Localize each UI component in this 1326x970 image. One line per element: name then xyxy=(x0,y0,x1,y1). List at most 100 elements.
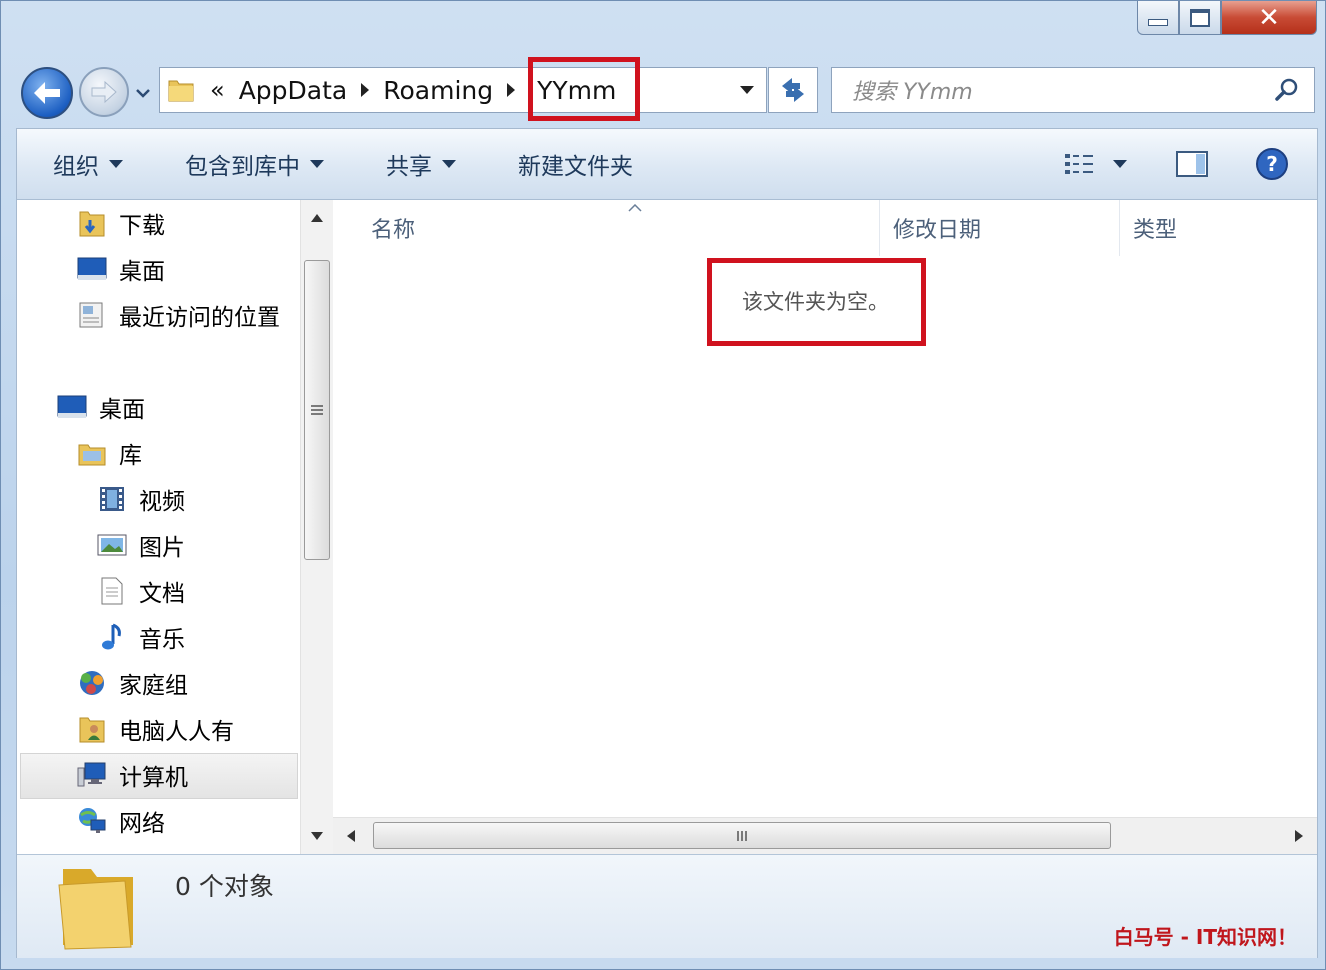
folder-icon xyxy=(58,869,133,950)
scrollbar-thumb[interactable] xyxy=(373,822,1111,849)
grip-icon xyxy=(737,830,747,841)
svg-text:?: ? xyxy=(1266,152,1278,176)
nav-item-documents[interactable]: 文档 xyxy=(97,574,185,608)
music-note-icon xyxy=(97,622,127,652)
nav-item-music[interactable]: 音乐 xyxy=(97,620,185,654)
scroll-left-icon[interactable] xyxy=(347,830,355,842)
minimize-button[interactable] xyxy=(1137,1,1179,35)
desktop-icon xyxy=(57,392,87,422)
nav-label: 桌面 xyxy=(119,259,165,285)
nav-label: 桌面 xyxy=(99,397,145,423)
search-box[interactable]: 搜索 YYmm xyxy=(831,67,1315,113)
share-menu[interactable]: 共享 xyxy=(386,147,456,181)
maximize-icon xyxy=(1190,8,1210,27)
scroll-right-icon[interactable] xyxy=(1295,830,1303,842)
share-label: 共享 xyxy=(386,154,432,180)
nav-label: 电脑人人有 xyxy=(119,719,234,745)
view-options-icon[interactable] xyxy=(1063,152,1095,176)
close-button[interactable]: ✕ xyxy=(1221,1,1317,35)
column-modified[interactable]: 修改日期 xyxy=(893,200,981,256)
include-library-label: 包含到库中 xyxy=(185,154,300,180)
breadcrumb-appdata[interactable]: AppData xyxy=(239,76,348,105)
nav-label: 计算机 xyxy=(119,765,188,791)
caption-buttons: ✕ xyxy=(1137,1,1317,37)
document-icon xyxy=(97,576,127,606)
column-divider[interactable] xyxy=(879,200,880,256)
nav-item-desktop[interactable]: 桌面 xyxy=(57,390,145,424)
nav-item-homegroup[interactable]: 家庭组 xyxy=(77,666,188,700)
forward-button[interactable] xyxy=(79,67,129,117)
nav-label: 网络 xyxy=(119,811,165,837)
search-input[interactable]: 搜索 YYmm xyxy=(852,74,973,106)
command-bar: 组织 包含到库中 共享 新建文件夹 ? xyxy=(17,129,1317,200)
maximize-button[interactable] xyxy=(1179,1,1221,35)
object-count: 0 个对象 xyxy=(175,872,274,901)
preview-pane-icon[interactable] xyxy=(1175,149,1209,179)
nav-label: 最近访问的位置 xyxy=(119,305,280,331)
horizontal-scrollbar[interactable] xyxy=(333,817,1317,855)
chevron-down-icon xyxy=(442,160,456,168)
nav-item-pictures[interactable]: 图片 xyxy=(97,528,185,562)
new-folder-button[interactable]: 新建文件夹 xyxy=(518,147,633,181)
help-icon[interactable]: ? xyxy=(1255,147,1289,181)
homegroup-icon xyxy=(77,668,107,698)
nav-item-computer[interactable]: 计算机 xyxy=(77,758,188,792)
nav-item-libraries[interactable]: 库 xyxy=(77,436,142,470)
chevron-down-icon xyxy=(136,89,150,98)
downloads-folder-icon xyxy=(77,208,107,238)
column-modified-label: 修改日期 xyxy=(893,218,982,243)
breadcrumb-arrow-icon[interactable] xyxy=(507,83,516,97)
view-dropdown-icon[interactable] xyxy=(1113,160,1127,168)
organize-label: 组织 xyxy=(53,154,99,180)
recent-places-icon xyxy=(77,300,107,330)
include-in-library-menu[interactable]: 包含到库中 xyxy=(185,147,324,181)
nav-label: 音乐 xyxy=(139,627,185,653)
overflow-chevrons[interactable]: « xyxy=(210,76,225,104)
search-icon[interactable] xyxy=(1274,77,1300,103)
back-button[interactable] xyxy=(21,67,73,119)
video-icon xyxy=(97,484,127,514)
grip-icon xyxy=(311,405,323,415)
chevron-down-icon xyxy=(740,86,754,94)
scroll-up-icon[interactable] xyxy=(311,214,323,222)
organize-menu[interactable]: 组织 xyxy=(53,147,123,181)
address-history-dropdown[interactable] xyxy=(727,67,767,113)
breadcrumb-roaming[interactable]: Roaming xyxy=(383,76,493,105)
recent-pages-dropdown[interactable] xyxy=(133,83,153,103)
minimize-icon xyxy=(1148,19,1168,26)
column-type-label: 类型 xyxy=(1133,218,1178,243)
column-name[interactable]: 名称 xyxy=(371,200,415,256)
nav-item-desktop-fav[interactable]: 桌面 xyxy=(77,252,165,286)
pictures-icon xyxy=(97,530,127,560)
user-folder-icon xyxy=(77,714,107,744)
folder-icon xyxy=(168,80,194,102)
column-name-label: 名称 xyxy=(371,218,416,243)
address-bar[interactable]: « AppData Roaming YYmm xyxy=(159,67,767,113)
nav-vertical-scrollbar[interactable] xyxy=(300,200,333,854)
scrollbar-thumb[interactable] xyxy=(304,260,330,560)
nav-label: 家庭组 xyxy=(119,673,188,699)
nav-item-network[interactable]: 网络 xyxy=(77,804,165,838)
refresh-button[interactable] xyxy=(768,67,818,113)
network-icon xyxy=(77,806,107,836)
chevron-down-icon xyxy=(109,160,123,168)
explorer-body: 组织 包含到库中 共享 新建文件夹 ? 下载 桌面 最近访问的位置 桌面 库 视… xyxy=(16,128,1318,958)
back-arrow-icon xyxy=(34,82,60,104)
forward-arrow-icon xyxy=(91,80,117,104)
nav-item-downloads[interactable]: 下载 xyxy=(77,206,165,240)
computer-icon xyxy=(77,760,107,790)
desktop-icon xyxy=(77,254,107,284)
column-divider[interactable] xyxy=(1119,200,1120,256)
explorer-window: ✕ « AppData Roaming YYmm 搜索 YYmm 组织 包含到库… xyxy=(0,0,1326,970)
nav-item-user[interactable]: 电脑人人有 xyxy=(77,712,234,746)
highlight-frame-empty xyxy=(707,258,926,346)
column-type[interactable]: 类型 xyxy=(1133,200,1177,256)
nav-item-videos[interactable]: 视频 xyxy=(97,482,185,516)
refresh-icon xyxy=(782,78,804,102)
chevron-down-icon xyxy=(310,160,324,168)
nav-label: 文档 xyxy=(139,581,185,607)
nav-item-recent-places[interactable]: 最近访问的位置 xyxy=(77,298,280,332)
scroll-down-icon[interactable] xyxy=(311,832,323,840)
breadcrumb-arrow-icon[interactable] xyxy=(361,83,370,97)
sort-ascending-icon xyxy=(628,204,642,212)
